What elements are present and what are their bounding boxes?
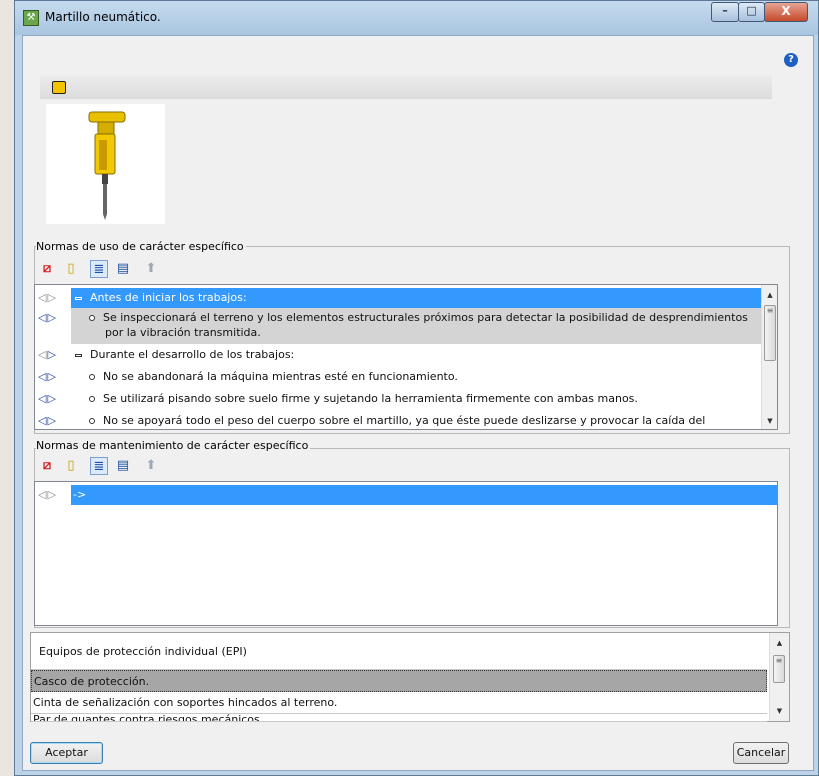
scroll-down-icon[interactable]: ▼	[762, 413, 777, 429]
delete-icon[interactable]: ⧄	[38, 260, 56, 278]
image-toolbar	[40, 75, 772, 99]
maintenance-rules-list: -> ◁▷	[34, 481, 778, 626]
rule-text: Se utilizará pisando sobre suelo firme y…	[103, 392, 638, 405]
new-document-icon[interactable]: ▯	[62, 260, 80, 278]
close-button[interactable]: X	[764, 2, 808, 22]
usage-rules-scrollbar[interactable]: ▲ ≡ ▼	[761, 285, 777, 429]
scroll-thumb[interactable]: ≡	[764, 305, 776, 361]
rule-text: Se inspeccionará el terreno y los elemen…	[103, 311, 748, 324]
rule-text: No se abandonará la máquina mientras est…	[103, 370, 458, 383]
move-arrows-icon[interactable]: ◁▷	[38, 392, 66, 405]
maximize-icon: □	[746, 4, 757, 17]
rule-text: Durante el desarrollo de los trabajos:	[90, 348, 295, 361]
table-row[interactable]: Cinta de señalización con soportes hinca…	[31, 692, 767, 714]
help-icon[interactable]: ?	[784, 53, 798, 67]
delete-icon[interactable]: ⧄	[38, 457, 56, 475]
bullet-icon	[89, 396, 95, 402]
app-icon: ⚒	[23, 10, 39, 26]
title-bar[interactable]: ⚒ Martillo neumático. – □ X	[15, 1, 818, 35]
table-row[interactable]: Par de guantes contra riesgos mecánicos.	[31, 714, 767, 722]
rule-text: No se apoyará todo el peso del cuerpo so…	[103, 414, 706, 427]
move-up-icon[interactable]: ⬆	[142, 457, 160, 475]
minimize-button[interactable]: –	[711, 2, 739, 22]
epi-table: Equipos de protección individual (EPI) C…	[30, 632, 790, 722]
accept-button[interactable]: Aceptar	[30, 742, 103, 764]
pneumatic-hammer-icon	[88, 111, 126, 220]
list-item[interactable]: Antes de iniciar los trabajos:	[71, 288, 777, 308]
close-icon: X	[781, 4, 791, 18]
scroll-up-icon[interactable]: ▲	[762, 287, 777, 303]
list-item[interactable]: ->	[71, 485, 777, 505]
usage-rules-list: Antes de iniciar los trabajos: ◁▷ Se ins…	[34, 284, 778, 430]
scroll-up-icon[interactable]: ▲	[770, 635, 789, 651]
collapse-icon	[75, 296, 82, 300]
list-item[interactable]: No se abandonará la máquina mientras est…	[71, 367, 777, 387]
rule-text-continued: por la vibración transmitida.	[105, 326, 261, 339]
list-item[interactable]: Se utilizará pisando sobre suelo firme y…	[71, 389, 777, 409]
maximize-button[interactable]: □	[738, 2, 765, 22]
epi-header: Equipos de protección individual (EPI)	[31, 633, 767, 670]
list-item[interactable]: No se apoyará todo el peso del cuerpo so…	[71, 411, 777, 429]
scroll-thumb[interactable]: ≡	[773, 655, 785, 683]
usage-rules-title: Normas de uso de carácter específico	[36, 240, 246, 253]
rule-text: Antes de iniciar los trabajos:	[90, 291, 247, 304]
new-document-icon[interactable]: ▯	[62, 457, 80, 475]
move-up-icon[interactable]: ⬆	[142, 260, 160, 278]
maintenance-rules-title: Normas de mantenimiento de carácter espe…	[36, 439, 311, 452]
text-view-icon[interactable]: ▤	[114, 457, 132, 475]
minimize-icon: –	[722, 4, 728, 17]
bullet-icon	[89, 315, 95, 321]
collapse-icon	[75, 353, 82, 357]
list-item[interactable]: Durante el desarrollo de los trabajos:	[71, 345, 777, 365]
list-item[interactable]: Se inspeccionará el terreno y los elemen…	[71, 308, 777, 344]
move-arrows-icon[interactable]: ◁▷	[38, 370, 66, 383]
rule-text: ->	[73, 488, 87, 501]
move-arrows-icon[interactable]: ◁▷	[38, 291, 66, 304]
move-arrows-icon[interactable]: ◁▷	[38, 311, 66, 324]
epi-scrollbar[interactable]: ▲ ≡ ▼	[769, 633, 789, 721]
edit-image-icon[interactable]	[52, 81, 66, 94]
list-view-icon[interactable]: ≣	[90, 260, 108, 278]
scroll-down-icon[interactable]: ▼	[770, 703, 789, 719]
text-view-icon[interactable]: ▤	[114, 260, 132, 278]
cancel-button[interactable]: Cancelar	[733, 742, 789, 764]
move-arrows-icon[interactable]: ◁▷	[38, 488, 66, 501]
bullet-icon	[89, 374, 95, 380]
move-arrows-icon[interactable]: ◁▷	[38, 348, 66, 361]
list-view-icon[interactable]: ≣	[90, 457, 108, 475]
table-row[interactable]: Casco de protección.	[31, 670, 767, 692]
bullet-icon	[89, 418, 95, 424]
move-arrows-icon[interactable]: ◁▷	[38, 414, 66, 427]
pneumatic-hammer-image	[46, 104, 165, 224]
window-title: Martillo neumático.	[45, 10, 161, 24]
